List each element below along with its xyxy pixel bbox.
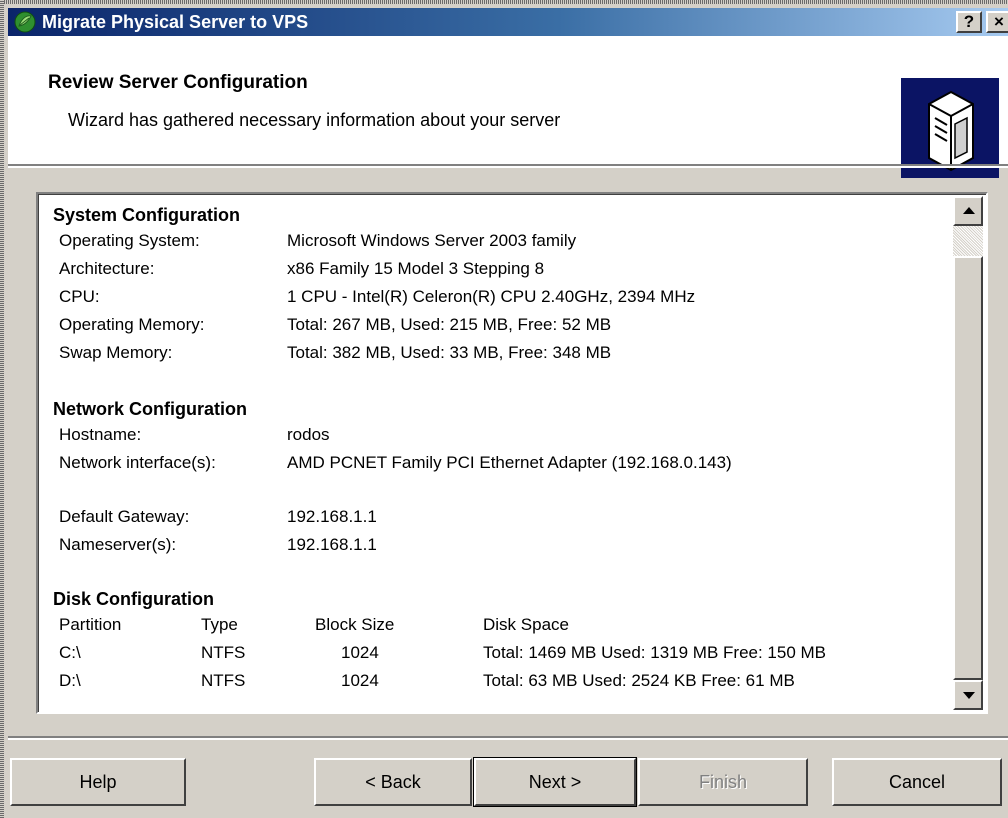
row-value: Microsoft Windows Server 2003 family [287, 231, 577, 250]
row-value: 192.168.1.1 [287, 535, 377, 554]
arrow-down-icon [963, 692, 975, 699]
row-label: CPU: [59, 287, 100, 306]
disk-header-partition: Partition [59, 615, 122, 634]
row-value: 1 CPU - Intel(R) Celeron(R) CPU 2.40GHz,… [287, 287, 696, 306]
disk-cell-block-size: 1024 [341, 671, 379, 690]
page-subtitle: Wizard has gathered necessary informatio… [68, 110, 561, 130]
disk-cell-disk-space: Total: 1469 MB Used: 1319 MB Free: 150 M… [483, 643, 827, 662]
row-label: Default Gateway: [59, 507, 190, 526]
wizard-header: Review Server Configuration Wizard has g… [8, 36, 1008, 178]
arrow-up-icon [963, 207, 975, 214]
disk-cell-disk-space: Total: 63 MB Used: 2524 KB Free: 61 MB [483, 671, 795, 690]
row-value: AMD PCNET Family PCI Ethernet Adapter (1… [287, 453, 732, 472]
disk-cell-type: NTFS [201, 671, 246, 690]
scroll-up-button[interactable] [953, 196, 983, 226]
row-value: Total: 382 MB, Used: 33 MB, Free: 348 MB [287, 343, 612, 362]
configuration-list[interactable]: System Configuration Operating System: M… [36, 192, 988, 714]
disk-cell-partition: D:\ [59, 671, 81, 690]
row-value: Total: 267 MB, Used: 215 MB, Free: 52 MB [287, 315, 612, 334]
finish-button: Finish [638, 758, 808, 806]
server-tower-icon [928, 90, 974, 172]
section-title-system: System Configuration [53, 205, 241, 225]
disk-header-disk-space: Disk Space [483, 615, 569, 634]
row-value: 192.168.1.1 [287, 507, 377, 526]
row-label: Operating System: [59, 231, 200, 250]
configuration-list-inner: System Configuration Operating System: M… [38, 194, 986, 712]
row-label: Nameserver(s): [59, 535, 177, 554]
header-divider-highlight [8, 166, 1008, 168]
row-label: Hostname: [59, 425, 142, 444]
window-frame-top [0, 0, 1008, 4]
row-value: rodos [287, 425, 330, 444]
app-leaf-icon [14, 11, 36, 33]
disk-cell-block-size: 1024 [341, 643, 379, 662]
scrollbar-thumb[interactable] [953, 256, 983, 680]
row-label: Architecture: [59, 259, 155, 278]
section-title-network: Network Configuration [53, 399, 247, 419]
window-frame-left [0, 0, 4, 818]
row-label: Operating Memory: [59, 315, 205, 334]
help-title-button[interactable]: ? [956, 11, 982, 33]
help-button[interactable]: Help [10, 758, 186, 806]
row-label: Network interface(s): [59, 453, 216, 472]
window-title: Migrate Physical Server to VPS [42, 12, 309, 32]
back-button[interactable]: < Back [314, 758, 472, 806]
vertical-scrollbar[interactable] [953, 196, 983, 710]
section-title-disk: Disk Configuration [53, 589, 214, 609]
scroll-down-button[interactable] [953, 680, 983, 710]
server-icon [901, 78, 999, 178]
close-button[interactable]: × [986, 11, 1008, 33]
row-value: x86 Family 15 Model 3 Stepping 8 [287, 259, 545, 278]
disk-header-type: Type [201, 615, 238, 634]
disk-cell-type: NTFS [201, 643, 246, 662]
row-label: Swap Memory: [59, 343, 173, 362]
footer-divider-highlight [8, 738, 1008, 740]
title-bar[interactable]: Migrate Physical Server to VPS ? × [8, 8, 1008, 36]
disk-header-block-size: Block Size [315, 615, 395, 634]
disk-cell-partition: C:\ [59, 643, 81, 662]
cancel-button[interactable]: Cancel [832, 758, 1002, 806]
next-button[interactable]: Next > [473, 757, 637, 807]
page-title: Review Server Configuration [48, 72, 308, 93]
